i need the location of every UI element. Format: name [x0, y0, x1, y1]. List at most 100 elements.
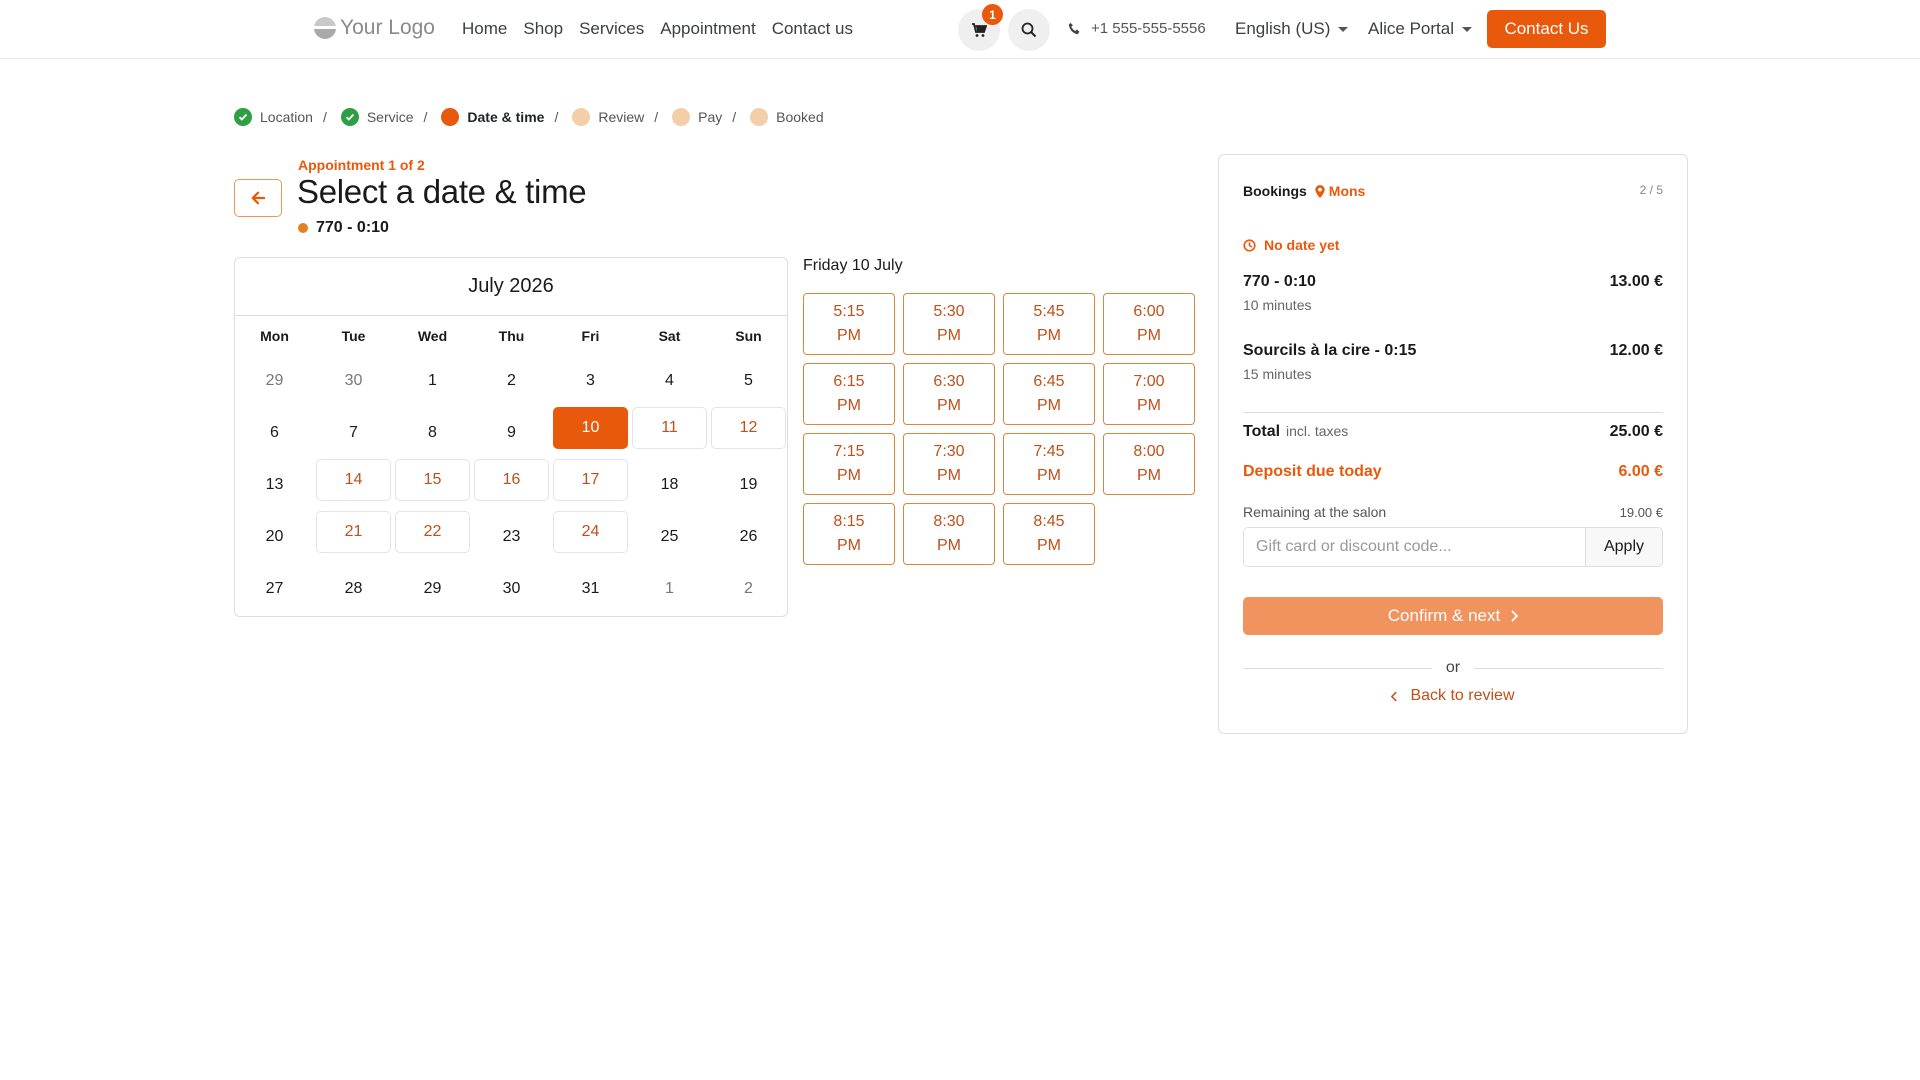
time-slot-button[interactable]: 8:00 PM: [1103, 433, 1195, 495]
time-slot-button[interactable]: 8:45 PM: [1003, 503, 1095, 565]
calendar-day[interactable]: 17: [553, 459, 628, 501]
or-text: or: [1445, 659, 1461, 676]
bookings-count: 2 / 5: [1639, 183, 1663, 197]
time-slot-button[interactable]: 6:15 PM: [803, 363, 895, 425]
weekday-label: Sun: [735, 328, 762, 344]
time-slot-button[interactable]: 5:45 PM: [1003, 293, 1095, 355]
calendar-day: 30: [502, 580, 521, 597]
time-slot-button[interactable]: 8:30 PM: [903, 503, 995, 565]
user-menu[interactable]: Alice Portal: [1368, 19, 1472, 39]
time-slot-button[interactable]: 6:45 PM: [1003, 363, 1095, 425]
weekday-label: Tue: [341, 328, 366, 344]
language-dropdown[interactable]: English (US): [1235, 19, 1349, 39]
calendar-day: 26: [739, 528, 758, 545]
time-slot-button[interactable]: 7:00 PM: [1103, 363, 1195, 425]
step-item: Review: [572, 108, 644, 126]
no-date-text: No date yet: [1264, 237, 1340, 253]
nav-services[interactable]: Services: [579, 19, 644, 39]
check-circle-icon: [340, 108, 359, 126]
weekday-label: Sat: [658, 328, 681, 344]
time-slot-button[interactable]: 5:30 PM: [903, 293, 995, 355]
calendar-day: 25: [660, 528, 679, 545]
weekday-label: Fri: [581, 328, 600, 344]
calendar-day: 8: [428, 424, 437, 441]
calendar-day: 1: [428, 372, 437, 389]
booking-item-name: 770 - 0:10: [1243, 273, 1316, 290]
calendar-day: 2: [744, 580, 753, 597]
search-button[interactable]: [1008, 9, 1050, 51]
calendar-day[interactable]: 22: [395, 511, 470, 553]
language-label: English (US): [1235, 19, 1331, 38]
calendar-day: 27: [265, 580, 284, 597]
remaining-label: Remaining at the salon: [1243, 504, 1387, 520]
user-name: Alice Portal: [1368, 19, 1454, 38]
chevron-right-icon: [1511, 610, 1519, 622]
bookings-title: Bookings: [1243, 183, 1307, 199]
confirm-next-button[interactable]: Confirm & next: [1243, 597, 1663, 635]
discount-code-input[interactable]: [1244, 528, 1585, 566]
calendar-day-selected[interactable]: 10: [553, 407, 628, 449]
no-date-warning: No date yet: [1243, 237, 1339, 253]
appointment-counter: Appointment 1 of 2: [298, 157, 425, 173]
back-to-review-link[interactable]: Back to review: [1219, 687, 1687, 705]
time-slot-button[interactable]: 8:15 PM: [803, 503, 895, 565]
calendar-day: 29: [265, 372, 284, 389]
weekday-label: Thu: [498, 328, 525, 344]
step-dot-icon: [750, 108, 769, 126]
time-slot-button[interactable]: 7:45 PM: [1003, 433, 1095, 495]
cart-button[interactable]: 1: [958, 4, 1003, 51]
contact-us-button[interactable]: Contact Us: [1487, 10, 1606, 48]
deposit-row: Deposit due today 6.00 €: [1243, 463, 1663, 481]
booking-item-name: Sourcils à la cire - 0:15: [1243, 342, 1417, 359]
time-slot-button[interactable]: 6:30 PM: [903, 363, 995, 425]
booking-item: Sourcils à la cire - 0:15 15 minutes 12.…: [1243, 342, 1663, 382]
logo-icon: [314, 17, 336, 39]
calendar-day: 13: [265, 476, 284, 493]
back-button[interactable]: [234, 179, 282, 217]
apply-button[interactable]: Apply: [1585, 528, 1662, 566]
step-item[interactable]: Service: [340, 108, 414, 126]
calendar-day: 6: [270, 424, 279, 441]
calendar-day: 7: [349, 424, 358, 441]
nav-contact-us[interactable]: Contact us: [772, 19, 853, 39]
time-slot-button[interactable]: 7:30 PM: [903, 433, 995, 495]
remaining-amount: 19.00 €: [1619, 505, 1663, 520]
time-slot-button[interactable]: 5:15 PM: [803, 293, 895, 355]
calendar-day: 18: [660, 476, 679, 493]
nav-shop[interactable]: Shop: [523, 19, 563, 39]
nav-appointment[interactable]: Appointment: [660, 19, 755, 39]
nav-home[interactable]: Home: [462, 19, 507, 39]
step-label: Booked: [776, 109, 824, 125]
step-separator: /: [322, 109, 327, 125]
chevron-down-icon: [1338, 26, 1349, 32]
calendar-day: 3: [586, 372, 595, 389]
service-name: 770 - 0:10: [316, 219, 389, 236]
time-slot-button[interactable]: 7:15 PM: [803, 433, 895, 495]
phone-number: +1 555-555-5556: [1091, 20, 1206, 37]
calendar-day: 29: [423, 580, 442, 597]
step-item[interactable]: Location: [234, 108, 313, 126]
calendar-day[interactable]: 11: [632, 407, 707, 449]
calendar-weekdays: Mon Tue Wed Thu Fri Sat Sun: [235, 328, 787, 344]
calendar-day: 31: [581, 580, 600, 597]
check-circle-icon: [234, 108, 252, 126]
location-link[interactable]: Mons: [1315, 183, 1365, 199]
time-slot-button[interactable]: 6:00 PM: [1103, 293, 1195, 355]
calendar-day: 1: [665, 580, 674, 597]
selected-service: 770 - 0:10: [298, 219, 389, 237]
logo-text: Your Logo: [340, 16, 435, 39]
bookings-header: Bookings Mons: [1243, 183, 1365, 199]
calendar-day[interactable]: 21: [316, 511, 391, 553]
confirm-label: Confirm & next: [1387, 606, 1501, 625]
step-item: Date & time: [441, 108, 544, 126]
calendar-day[interactable]: 15: [395, 459, 470, 501]
step-separator: /: [423, 109, 428, 125]
calendar-day[interactable]: 24: [553, 511, 628, 553]
calendar-day[interactable]: 12: [711, 407, 786, 449]
step-separator: /: [732, 109, 737, 125]
logo[interactable]: Your Logo: [314, 16, 435, 40]
calendar-day[interactable]: 16: [474, 459, 549, 501]
calendar-day[interactable]: 14: [316, 459, 391, 501]
calendar-day: 9: [507, 424, 516, 441]
phone-link[interactable]: +1 555-555-5556: [1068, 20, 1206, 37]
